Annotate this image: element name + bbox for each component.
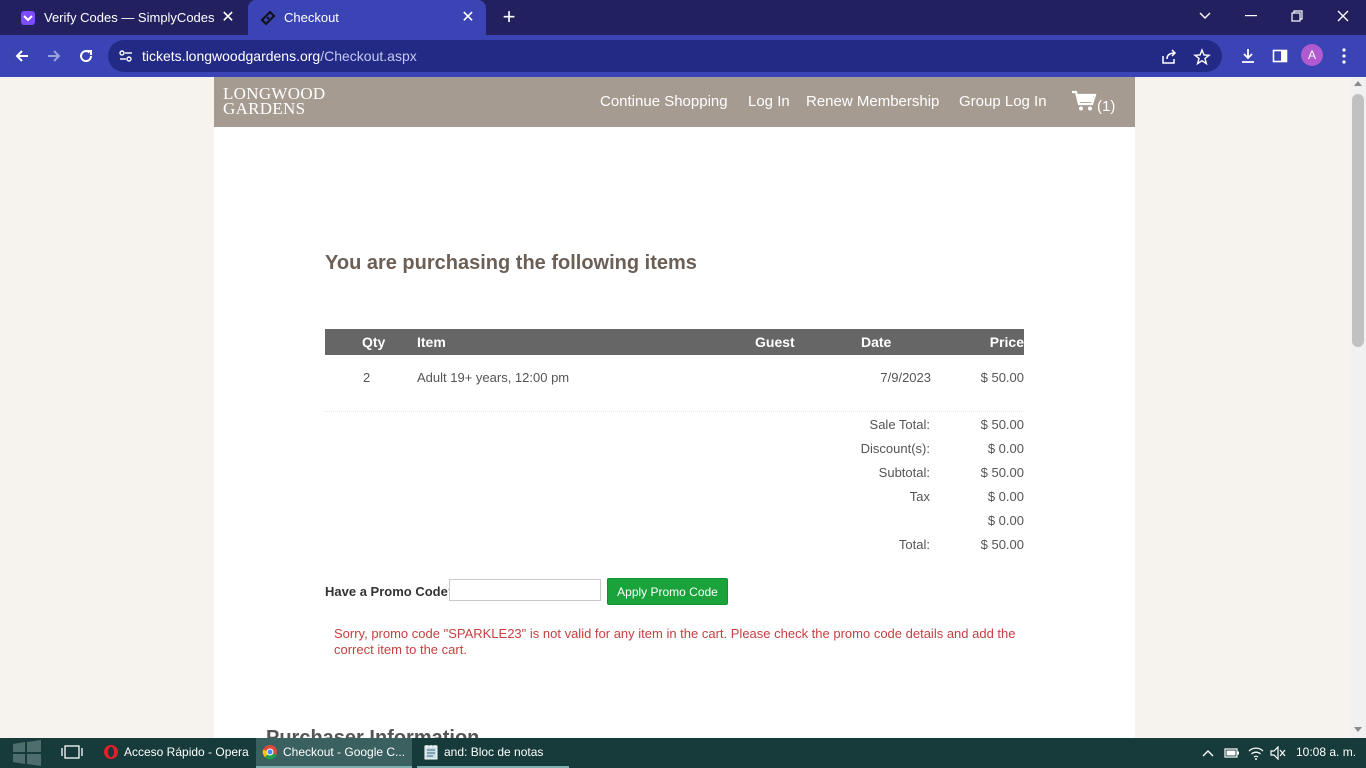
purchaser-information-heading: Purchaser Information <box>266 727 480 738</box>
menu-kebab-icon[interactable] <box>1334 46 1354 66</box>
speaker-muted-icon[interactable] <box>1270 745 1286 761</box>
fee-row: $ 0.00 <box>325 513 1024 533</box>
close-window-icon[interactable] <box>1320 0 1366 32</box>
forward-icon[interactable] <box>40 42 68 70</box>
windows-start-icon[interactable] <box>0 738 54 768</box>
cart-link[interactable]: (1) <box>1071 90 1115 116</box>
promo-code-input[interactable] <box>449 579 601 601</box>
promo-code-label: Have a Promo Code? <box>325 584 456 599</box>
share-icon[interactable] <box>1160 48 1178 66</box>
total-value: $ 0.00 <box>987 441 1024 456</box>
browser-toolbar: tickets.longwoodgardens.org/Checkout.asp… <box>0 35 1366 77</box>
apply-promo-code-button[interactable]: Apply Promo Code <box>607 578 728 605</box>
url-text: tickets.longwoodgardens.org/Checkout.asp… <box>142 48 417 64</box>
logo-line-2: GARDENS <box>223 99 306 118</box>
tab-title: Verify Codes — SimplyCodes <box>44 10 215 25</box>
tab-simplycodes[interactable]: Verify Codes — SimplyCodes ✕ <box>8 0 246 35</box>
column-date: Date <box>861 334 892 350</box>
ticket-icon <box>260 10 276 26</box>
shopping-cart-icon <box>1071 90 1097 116</box>
taskbar-clock[interactable]: 10:08 a. m. <box>1296 745 1356 759</box>
simplycodes-icon <box>20 10 36 26</box>
longwood-gardens-logo[interactable]: LONGWOOD GARDENS <box>223 85 326 118</box>
sale-total-row: Sale Total: $ 50.00 <box>325 417 1024 437</box>
new-tab-button[interactable]: + <box>498 6 520 28</box>
browser-tab-strip: Verify Codes — SimplyCodes ✕ Checkout ✕ … <box>0 0 1366 35</box>
column-guest: Guest <box>755 334 795 350</box>
side-panel-icon[interactable] <box>1270 46 1290 66</box>
tab-search-icon[interactable] <box>1182 0 1228 32</box>
page-title: You are purchasing the following items <box>325 252 697 274</box>
back-icon[interactable] <box>8 42 36 70</box>
total-value: $ 50.00 <box>980 537 1024 552</box>
page-scrollbar[interactable] <box>1350 77 1366 738</box>
column-item: Item <box>417 334 446 350</box>
items-table-header: Qty Item Guest Date Price <box>325 329 1024 355</box>
minimize-icon[interactable] <box>1228 0 1274 32</box>
profile-avatar[interactable]: A <box>1301 44 1323 66</box>
total-value: $ 0.00 <box>987 513 1024 528</box>
column-qty: Qty <box>362 334 386 350</box>
url-path: /Checkout.aspx <box>320 48 417 64</box>
nav-log-in[interactable]: Log In <box>748 93 790 110</box>
total-value: $ 50.00 <box>980 417 1024 432</box>
close-tab-icon[interactable]: ✕ <box>220 9 236 26</box>
cart-count: (1) <box>1097 97 1116 115</box>
windows-taskbar: Acceso Rápido - Opera Checkout - Google … <box>0 738 1366 768</box>
restore-icon[interactable] <box>1274 0 1320 32</box>
total-label: Sale Total: <box>869 417 930 432</box>
nav-group-log-in[interactable]: Group Log In <box>959 93 1047 110</box>
address-bar[interactable]: tickets.longwoodgardens.org/Checkout.asp… <box>108 40 1222 72</box>
close-tab-icon[interactable]: ✕ <box>460 9 476 26</box>
url-host: tickets.longwoodgardens.org <box>142 48 321 64</box>
reload-icon[interactable] <box>72 42 100 70</box>
chrome-icon <box>262 744 278 760</box>
task-view-icon[interactable] <box>60 744 84 762</box>
row-qty: 2 <box>363 370 371 385</box>
promo-error-message: Sorry, promo code "SPARKLE23" is not val… <box>334 626 1016 657</box>
row-price: $ 50.00 <box>980 370 1024 385</box>
tab-title: Checkout <box>284 10 339 25</box>
opera-icon <box>103 744 119 760</box>
total-label: Total: <box>898 537 930 552</box>
total-label: Discount(s): <box>860 441 930 456</box>
download-icon[interactable] <box>1238 46 1258 66</box>
wifi-icon[interactable] <box>1248 745 1264 761</box>
scroll-down-arrow-icon[interactable] <box>1354 727 1362 732</box>
page-viewport: LONGWOOD GARDENS Continue Shopping Log I… <box>0 77 1350 738</box>
grand-total-row: Total: $ 50.00 <box>325 537 1024 557</box>
column-price: Price <box>989 334 1024 350</box>
row-item: Adult 19+ years, 12:00 pm <box>417 370 570 385</box>
total-value: $ 50.00 <box>980 465 1024 480</box>
notepad-icon <box>423 744 439 760</box>
nav-renew-membership[interactable]: Renew Membership <box>806 93 939 110</box>
total-label: Tax <box>909 489 930 504</box>
taskbar-item-chrome[interactable]: Checkout - Google C... <box>256 738 412 768</box>
total-value: $ 0.00 <box>987 489 1024 504</box>
row-date: 7/9/2023 <box>880 370 931 385</box>
total-label: Subtotal: <box>878 465 930 480</box>
taskbar-item-opera[interactable]: Acceso Rápido - Opera <box>97 738 253 768</box>
site-header: LONGWOOD GARDENS Continue Shopping Log I… <box>214 77 1135 127</box>
subtotal-row: Subtotal: $ 50.00 <box>325 465 1024 485</box>
taskbar-item-label: Checkout - Google C... <box>283 745 406 759</box>
site-info-icon[interactable] <box>118 48 134 64</box>
discount-row: Discount(s): $ 0.00 <box>325 441 1024 461</box>
bookmark-star-icon[interactable] <box>1193 48 1211 66</box>
battery-icon[interactable] <box>1224 745 1240 761</box>
tab-checkout[interactable]: Checkout ✕ <box>248 0 486 35</box>
tax-row: Tax $ 0.00 <box>325 489 1024 509</box>
page-content: LONGWOOD GARDENS Continue Shopping Log I… <box>214 77 1135 738</box>
taskbar-item-notepad[interactable]: and: Bloc de notas <box>417 738 569 768</box>
nav-continue-shopping[interactable]: Continue Shopping <box>600 93 728 110</box>
table-row: 2 Adult 19+ years, 12:00 pm 7/9/2023 $ 5… <box>325 360 1024 412</box>
taskbar-item-label: Acceso Rápido - Opera <box>124 745 249 759</box>
scroll-up-arrow-icon[interactable] <box>1354 81 1362 86</box>
show-hidden-icons-chevron-icon[interactable] <box>1200 745 1216 761</box>
scrollbar-thumb[interactable] <box>1352 94 1364 347</box>
taskbar-item-label: and: Bloc de notas <box>444 745 544 759</box>
